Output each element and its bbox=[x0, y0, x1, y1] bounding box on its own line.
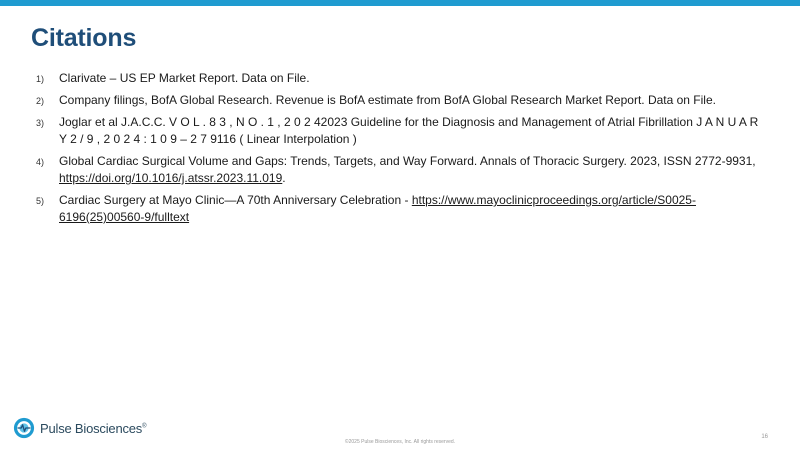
copyright-footer: ©2025 Pulse Biosciences, Inc. All rights… bbox=[344, 439, 456, 445]
citation-text: Global Cardiac Surgical Volume and Gaps:… bbox=[59, 154, 756, 168]
page-number: 16 bbox=[761, 434, 768, 440]
citation-list: 1) Clarivate – US EP Market Report. Data … bbox=[36, 70, 764, 231]
pulse-logo-icon bbox=[13, 417, 35, 439]
citation-number: 1) bbox=[36, 74, 45, 84]
citation-item-3: 3) Joglar et al J.A.C.C. V O L . 8 3 , N … bbox=[36, 114, 764, 148]
top-accent-bar bbox=[0, 0, 800, 6]
citation-text: Company filings, BofA Global Research. R… bbox=[59, 93, 716, 107]
citation-text: Cardiac Surgery at Mayo Clinic—A 70th An… bbox=[59, 193, 412, 207]
brand-name: Pulse Biosciences® bbox=[40, 420, 147, 436]
citation-link-doi[interactable]: https://doi.org/10.1016/j.atssr.2023.11.… bbox=[59, 171, 282, 185]
citation-item-2: 2) Company filings, BofA Global Research.… bbox=[36, 92, 764, 109]
citation-number: 5) bbox=[36, 196, 45, 206]
company-logo: Pulse Biosciences® bbox=[13, 415, 147, 441]
citation-number: 2) bbox=[36, 96, 45, 106]
page-title: Citations bbox=[31, 24, 137, 52]
citation-text: Joglar et al J.A.C.C. V O L . 8 3 , N O … bbox=[59, 115, 759, 146]
citation-item-1: 1) Clarivate – US EP Market Report. Data … bbox=[36, 70, 764, 87]
citation-item-4: 4) Global Cardiac Surgical Volume and Gap… bbox=[36, 153, 764, 187]
citation-text: Clarivate – US EP Market Report. Data on… bbox=[59, 71, 310, 85]
citation-item-5: 5) Cardiac Surgery at Mayo Clinic—A 70th … bbox=[36, 192, 764, 226]
citation-suffix: . bbox=[282, 171, 286, 185]
citation-number: 4) bbox=[36, 157, 45, 167]
citation-number: 3) bbox=[36, 118, 45, 128]
